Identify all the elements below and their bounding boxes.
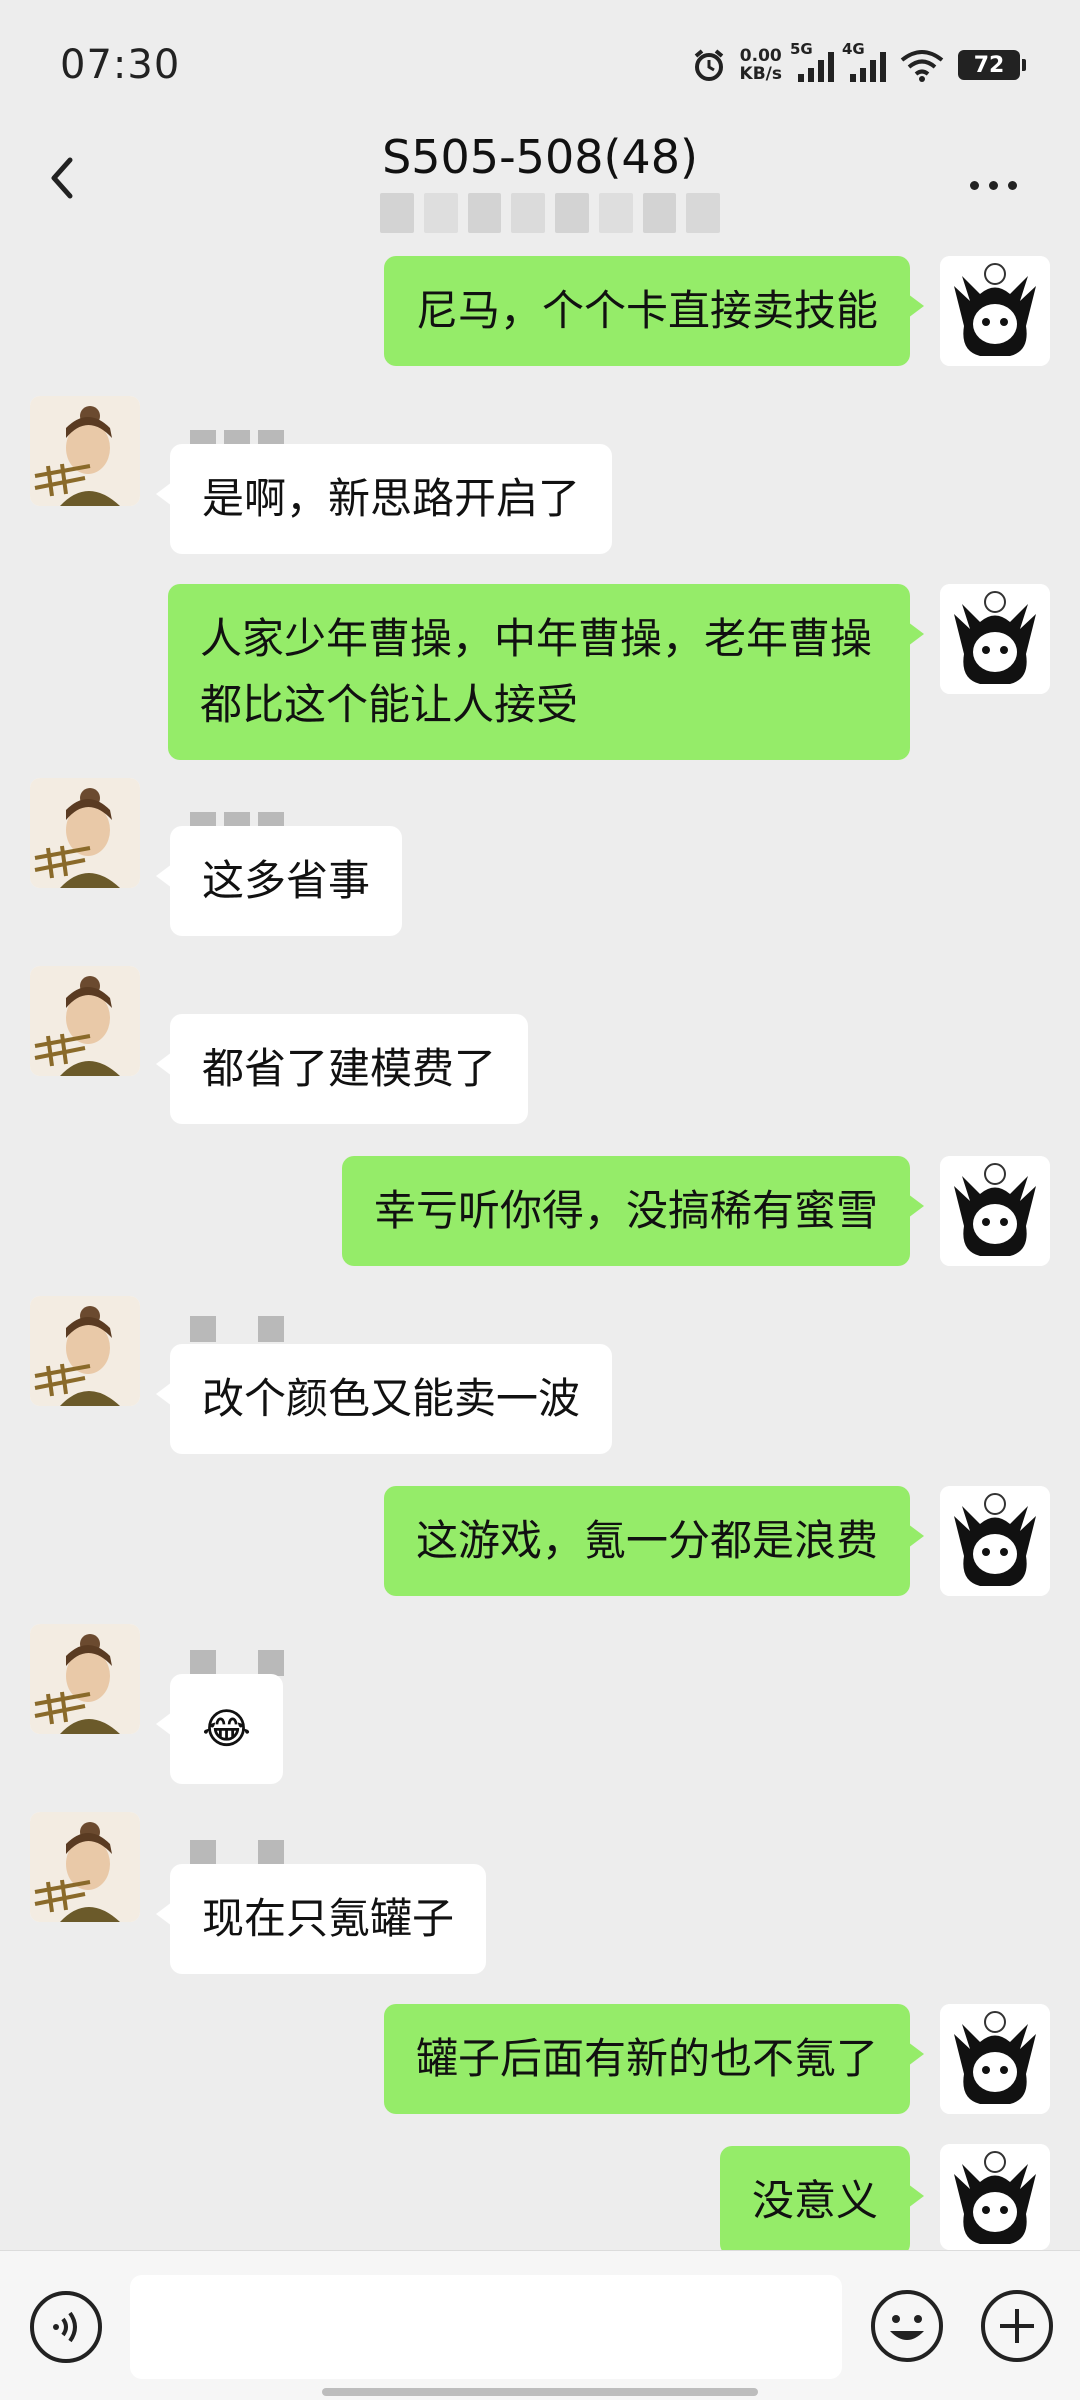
- battery-indicator: 72: [958, 50, 1026, 80]
- my-avatar[interactable]: [940, 584, 1050, 694]
- net-speed-unit: KB/s: [739, 64, 782, 84]
- friend-avatar[interactable]: [30, 966, 140, 1076]
- message-bubble-me[interactable]: 罐子后面有新的也不氪了: [383, 2004, 925, 2114]
- message-bubble-other[interactable]: 是啊，新思路开启了: [155, 444, 613, 554]
- blurred-subtitle: [380, 190, 720, 236]
- blurred-sender-name: [190, 1650, 284, 1676]
- warrior-avatar-icon: [30, 1812, 140, 1922]
- anime-girl-avatar-icon: [940, 2004, 1050, 2114]
- my-avatar[interactable]: [940, 2144, 1050, 2250]
- signal-4g-icon: 4G: [842, 40, 886, 82]
- warrior-avatar-icon: [30, 778, 140, 888]
- message-bubble-other[interactable]: 改个颜色又能卖一波: [155, 1344, 613, 1454]
- sim2-label: 4G: [842, 40, 865, 58]
- ellipsis-icon[interactable]: [970, 170, 1040, 200]
- sim1-label: 5G: [790, 40, 813, 58]
- message-bubble-other[interactable]: 都省了建模费了: [155, 1014, 529, 1124]
- warrior-avatar-icon: [30, 1296, 140, 1406]
- message-bubble-me[interactable]: 这游戏，氪一分都是浪费: [383, 1486, 925, 1596]
- blurred-sender-name: [190, 1840, 284, 1866]
- friend-avatar[interactable]: [30, 1624, 140, 1734]
- anime-girl-avatar-icon: [940, 1486, 1050, 1596]
- message-bubble-me[interactable]: 尼马，个个卡直接卖技能: [383, 256, 925, 366]
- anime-girl-avatar-icon: [940, 2144, 1050, 2250]
- message-bubble-me[interactable]: 人家少年曹操，中年曹操，老年曹操都比这个能让人接受: [168, 584, 924, 760]
- wifi-icon: [900, 50, 944, 82]
- friend-avatar[interactable]: [30, 396, 140, 506]
- message-bubble-other[interactable]: 现在只氪罐子: [155, 1864, 487, 1974]
- message-input-bar: [0, 2250, 1080, 2400]
- my-avatar[interactable]: [940, 1486, 1050, 1596]
- home-indicator[interactable]: [322, 2388, 758, 2396]
- voice-icon[interactable]: [28, 2289, 104, 2365]
- chat-title: S505-508(48): [382, 130, 698, 184]
- friend-avatar[interactable]: [30, 1296, 140, 1406]
- warrior-avatar-icon: [30, 1624, 140, 1734]
- status-icons: 0.00 KB/s 5G 4G 72: [692, 40, 1026, 90]
- smiley-icon[interactable]: [868, 2287, 946, 2365]
- my-avatar[interactable]: [940, 2004, 1050, 2114]
- anime-girl-avatar-icon: [940, 1156, 1050, 1266]
- my-avatar[interactable]: [940, 256, 1050, 366]
- net-speed: 0.00 KB/s: [740, 47, 782, 83]
- message-bubble-other[interactable]: 这多省事: [155, 826, 403, 936]
- signal-5g-icon: 5G: [790, 40, 834, 82]
- clock: 07:30: [60, 42, 181, 88]
- chat-header: S505-508(48): [0, 130, 1080, 250]
- message-input[interactable]: [130, 2275, 842, 2379]
- battery-level: 72: [973, 52, 1005, 78]
- anime-girl-avatar-icon: [940, 256, 1050, 366]
- status-bar: 07:30 0.00 KB/s 5G 4G 72: [0, 0, 1080, 130]
- net-speed-value: 0.00: [739, 46, 782, 66]
- warrior-avatar-icon: [30, 966, 140, 1076]
- friend-avatar[interactable]: [30, 778, 140, 888]
- anime-girl-avatar-icon: [940, 584, 1050, 694]
- my-avatar[interactable]: [940, 1156, 1050, 1266]
- warrior-avatar-icon: [30, 396, 140, 506]
- message-bubble-me[interactable]: 没意义: [719, 2146, 925, 2256]
- friend-avatar[interactable]: [30, 1812, 140, 1922]
- message-bubble-me[interactable]: 幸亏听你得，没搞稀有蜜雪: [341, 1156, 925, 1266]
- blurred-sender-name: [190, 1316, 284, 1342]
- message-bubble-other[interactable]: 😂: [155, 1674, 284, 1784]
- plus-icon[interactable]: [978, 2287, 1056, 2365]
- alarm-icon: [694, 49, 723, 81]
